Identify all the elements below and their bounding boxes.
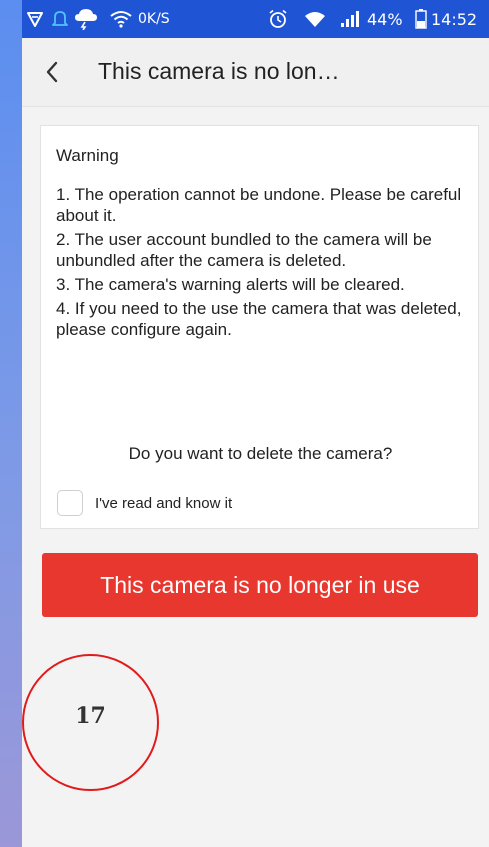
- acknowledge-checkbox[interactable]: [57, 490, 83, 516]
- back-button[interactable]: [36, 56, 68, 88]
- battery-percent: 44%: [367, 9, 403, 29]
- alarm-icon: [52, 0, 68, 38]
- warning-title: Warning: [56, 146, 119, 165]
- app-screen: 0K/S 44% 14:52 This camera is no lon… Wa…: [22, 0, 489, 847]
- clock-time: 14:52: [431, 9, 478, 29]
- acknowledge-row[interactable]: I've read and know it: [57, 488, 232, 518]
- title-bar: This camera is no lon…: [22, 38, 489, 107]
- warning-card: Warning 1. The operation cannot be undon…: [40, 125, 479, 529]
- warning-item: 3. The camera's warning alerts will be c…: [56, 275, 405, 294]
- warning-item: 1. The operation cannot be undone. Pleas…: [56, 185, 462, 225]
- wifi-icon: [304, 0, 326, 38]
- status-bar: 0K/S 44% 14:52: [22, 0, 489, 38]
- wifi-icon: [110, 0, 132, 38]
- vpn-icon: [26, 0, 44, 38]
- delete-camera-button[interactable]: This camera is no longer in use: [42, 553, 478, 617]
- warning-list: 1. The operation cannot be undone. Pleas…: [56, 184, 466, 343]
- acknowledge-label: I've read and know it: [95, 494, 233, 512]
- chevron-left-icon: [46, 61, 58, 83]
- alarm-clock-icon: [268, 0, 288, 38]
- signal-icon: [340, 0, 362, 38]
- warning-item: 2. The user account bundled to the camer…: [56, 230, 432, 270]
- network-speed: 0K/S: [138, 11, 170, 27]
- page-title: This camera is no lon…: [98, 58, 340, 84]
- confirm-question: Do you want to delete the camera?: [128, 444, 393, 463]
- weather-cloud-icon: [74, 0, 98, 38]
- warning-item: 4. If you need to the use the camera tha…: [56, 299, 462, 339]
- annotation-number: 17: [75, 703, 106, 729]
- battery-icon: [415, 0, 427, 38]
